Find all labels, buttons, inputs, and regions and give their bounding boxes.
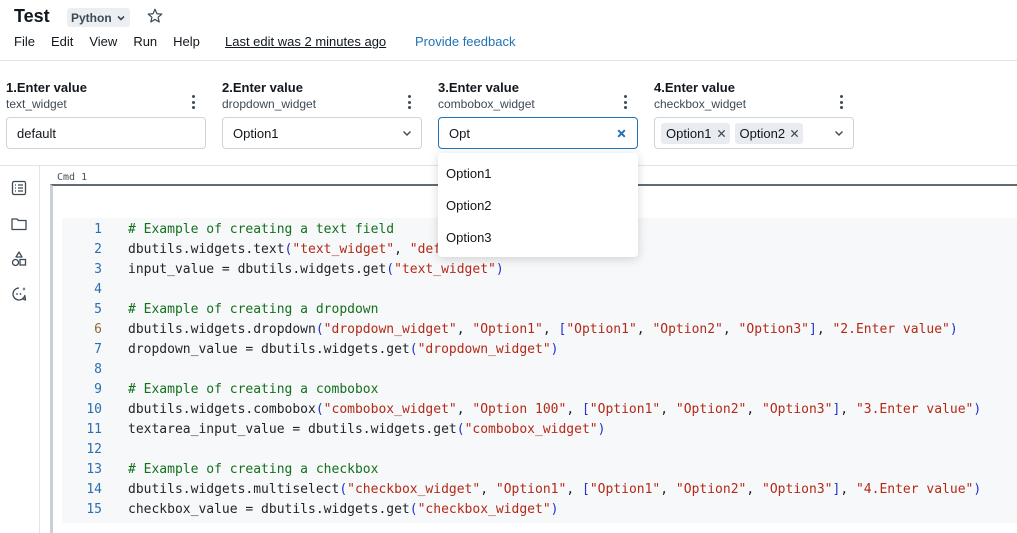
combobox-option[interactable]: Option3: [438, 222, 638, 254]
line-number: 10: [86, 402, 102, 417]
line-number: 2: [94, 242, 102, 257]
code-line[interactable]: 5 # Example of creating a dropdown: [62, 300, 1017, 320]
code-line[interactable]: 12: [62, 440, 1017, 460]
folder-icon[interactable]: [10, 215, 28, 233]
widget-label: 3.Enter value: [438, 80, 519, 95]
code-text: textarea_input_value = dbutils.widgets.g…: [128, 422, 606, 437]
code-line[interactable]: 15 checkbox_value = dbutils.widgets.get("…: [62, 500, 1017, 520]
multiselect-widget[interactable]: Option1 Option2: [654, 117, 854, 149]
code-line[interactable]: 11 textarea_input_value = dbutils.widgets…: [62, 420, 1017, 440]
kebab-menu-icon[interactable]: [192, 95, 196, 111]
code-text: # Example of creating a dropdown: [128, 302, 379, 317]
line-number: 15: [86, 502, 102, 517]
widget-name: text_widget: [6, 97, 67, 111]
code-line[interactable]: 13 # Example of creating a checkbox: [62, 460, 1017, 480]
combobox-option[interactable]: Option2: [438, 190, 638, 222]
cell-label: Cmd 1: [57, 172, 88, 183]
combobox-options-list: Option1 Option2 Option3: [438, 153, 638, 257]
code-text: dbutils.widgets.dropdown("dropdown_widge…: [128, 322, 958, 337]
provide-feedback-link[interactable]: Provide feedback: [415, 34, 515, 49]
selected-chip: Option1: [661, 122, 730, 144]
selected-chip: Option2: [734, 122, 804, 144]
kebab-menu-icon[interactable]: [408, 95, 412, 111]
chip-label: Option1: [666, 125, 712, 141]
code-text: dropdown_value = dbutils.widgets.get("dr…: [128, 342, 559, 357]
dropdown-widget-select[interactable]: Option1: [222, 117, 422, 149]
line-number: 7: [94, 342, 102, 357]
code-line[interactable]: 3 input_value = dbutils.widgets.get("text…: [62, 260, 1017, 280]
line-number: 5: [94, 302, 102, 317]
clear-icon[interactable]: [616, 128, 627, 139]
shapes-icon[interactable]: [10, 250, 28, 268]
notebook-header: Test Python File Edit View Run Help Last…: [0, 0, 1017, 61]
line-number: 3: [94, 262, 102, 277]
chip-label: Option2: [739, 125, 786, 141]
line-number: 8: [94, 362, 102, 377]
star-icon[interactable]: [146, 7, 164, 25]
remove-chip-icon[interactable]: [717, 129, 726, 138]
text-widget-value: default: [17, 125, 57, 141]
widget-label: 2.Enter value: [222, 80, 303, 95]
line-number: 1: [94, 222, 102, 237]
code-line[interactable]: 7 dropdown_value = dbutils.widgets.get("d…: [62, 340, 1017, 360]
code-text: checkbox_value = dbutils.widgets.get("ch…: [128, 502, 559, 517]
dropdown-widget-value: Option1: [233, 125, 279, 141]
code-line[interactable]: 10 dbutils.widgets.combobox("combobox_wid…: [62, 400, 1017, 420]
widget-text: 1.Enter value text_widget default: [6, 80, 206, 149]
remove-chip-icon[interactable]: [790, 129, 799, 138]
code-text: # Example of creating a checkbox: [128, 462, 379, 477]
widget-name: checkbox_widget: [654, 97, 747, 111]
menu-file[interactable]: File: [14, 34, 35, 49]
table-of-contents-icon[interactable]: [10, 179, 28, 197]
code-line[interactable]: 14 dbutils.widgets.multiselect("checkbox_…: [62, 480, 1017, 500]
line-number: 9: [94, 382, 102, 397]
assistant-icon[interactable]: [10, 285, 28, 303]
line-number: 11: [86, 422, 102, 437]
chevron-down-icon: [403, 131, 411, 136]
menu-view[interactable]: View: [89, 34, 117, 49]
code-text: input_value = dbutils.widgets.get("text_…: [128, 262, 504, 277]
line-number: 13: [86, 462, 102, 477]
language-label: Python: [71, 10, 112, 25]
kebab-menu-icon[interactable]: [840, 95, 844, 111]
kebab-menu-icon[interactable]: [624, 95, 628, 111]
text-widget-input[interactable]: default: [6, 117, 206, 149]
code-text: dbutils.widgets.combobox("combobox_widge…: [128, 402, 982, 417]
widget-label: 4.Enter value: [654, 80, 735, 95]
chevron-down-icon: [117, 15, 125, 21]
left-rail: [0, 166, 40, 533]
line-number: 6: [94, 322, 102, 337]
combobox-option[interactable]: Option1: [438, 158, 638, 190]
code-line[interactable]: 8: [62, 360, 1017, 380]
menu-help[interactable]: Help: [173, 34, 200, 49]
code-line[interactable]: 9 # Example of creating a combobox: [62, 380, 1017, 400]
notebook-title[interactable]: Test: [14, 6, 50, 27]
combobox-widget-input[interactable]: Opt: [438, 117, 638, 149]
menu-run[interactable]: Run: [133, 34, 157, 49]
code-text: dbutils.widgets.multiselect("checkbox_wi…: [128, 482, 982, 497]
last-edit-link[interactable]: Last edit was 2 minutes ago: [225, 34, 386, 49]
code-editor[interactable]: 1 # Example of creating a text field 2 dbut…: [62, 218, 1017, 523]
menu-edit[interactable]: Edit: [51, 34, 73, 49]
chevron-down-icon: [835, 131, 843, 136]
language-selector[interactable]: Python: [67, 8, 130, 27]
code-text: # Example of creating a text field: [128, 222, 395, 237]
code-line[interactable]: 6 dbutils.widgets.dropdown("dropdown_widg…: [62, 320, 1017, 340]
code-line[interactable]: 4: [62, 280, 1017, 300]
code-text: dbutils.widgets.text("text_widget", "def: [128, 242, 442, 257]
code-text: # Example of creating a combobox: [128, 382, 379, 397]
widget-name: combobox_widget: [438, 97, 535, 111]
line-number: 12: [86, 442, 102, 457]
widget-label: 1.Enter value: [6, 80, 87, 95]
widget-name: dropdown_widget: [222, 97, 317, 111]
menu-bar: File Edit View Run Help: [14, 34, 216, 49]
widget-combobox: 3.Enter value combobox_widget Opt: [438, 80, 638, 149]
line-number: 4: [94, 282, 102, 297]
widget-checkbox: 4.Enter value checkbox_widget Option1 Op…: [654, 80, 854, 149]
widget-dropdown: 2.Enter value dropdown_widget Option1: [222, 80, 422, 149]
combobox-widget-value: Opt: [449, 125, 470, 141]
line-number: 14: [86, 482, 102, 497]
